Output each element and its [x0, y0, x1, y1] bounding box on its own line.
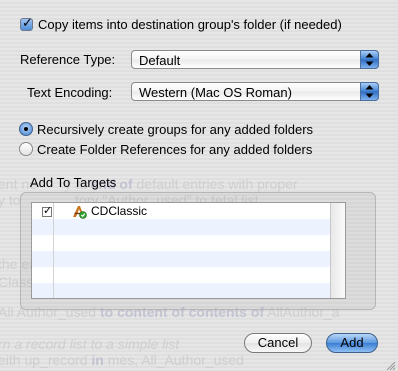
checkmark-icon: ✓: [43, 205, 53, 217]
folder-references-label: Create Folder References for any added f…: [37, 142, 313, 157]
list-row-empty: [32, 219, 345, 235]
list-row-empty: [32, 283, 345, 298]
recursive-groups-radio[interactable]: [19, 122, 33, 136]
add-to-targets-title: Add To Targets: [30, 175, 117, 190]
add-files-sheet: ent ne y at end of default entries with …: [0, 0, 398, 371]
copy-items-label: Copy items into destination group's fold…: [38, 17, 342, 32]
background-text: rn a record list to a simple list: [0, 336, 180, 352]
target-name: CDClassic: [91, 204, 148, 218]
folder-references-radio[interactable]: [19, 142, 33, 156]
background-text: eith up_record in mes, All_Author_used: [0, 352, 244, 368]
target-checkbox[interactable]: ✓: [42, 205, 53, 217]
reference-type-label: Reference Type:: [20, 52, 116, 67]
list-row-empty: [32, 235, 345, 251]
recursive-groups-label: Recursively create groups for any added …: [37, 122, 314, 137]
text-encoding-popup[interactable]: Western (Mac OS Roman): [131, 82, 379, 101]
text-encoding-value: Western (Mac OS Roman): [139, 85, 292, 100]
resize-grip-icon[interactable]: [386, 359, 396, 371]
checkmark-icon: ✓: [22, 15, 33, 30]
reference-type-popup[interactable]: Default: [131, 50, 379, 69]
list-scrollbar[interactable]: [330, 203, 345, 298]
list-row-empty: [32, 267, 345, 283]
copy-items-checkbox[interactable]: ✓: [20, 15, 33, 31]
column-divider: [53, 203, 54, 298]
text-encoding-label: Text Encoding:: [27, 85, 113, 100]
reference-type-value: Default: [139, 53, 181, 68]
list-row-empty: [32, 251, 345, 267]
target-row[interactable]: ✓ CDClassic: [32, 203, 345, 219]
popup-arrows-icon: [360, 50, 379, 69]
popup-arrows-icon: [360, 82, 379, 101]
add-button[interactable]: Add: [326, 333, 378, 353]
application-target-icon: [71, 204, 87, 219]
cancel-button[interactable]: Cancel: [244, 333, 312, 353]
targets-list[interactable]: ✓ CDClassic: [31, 202, 346, 299]
